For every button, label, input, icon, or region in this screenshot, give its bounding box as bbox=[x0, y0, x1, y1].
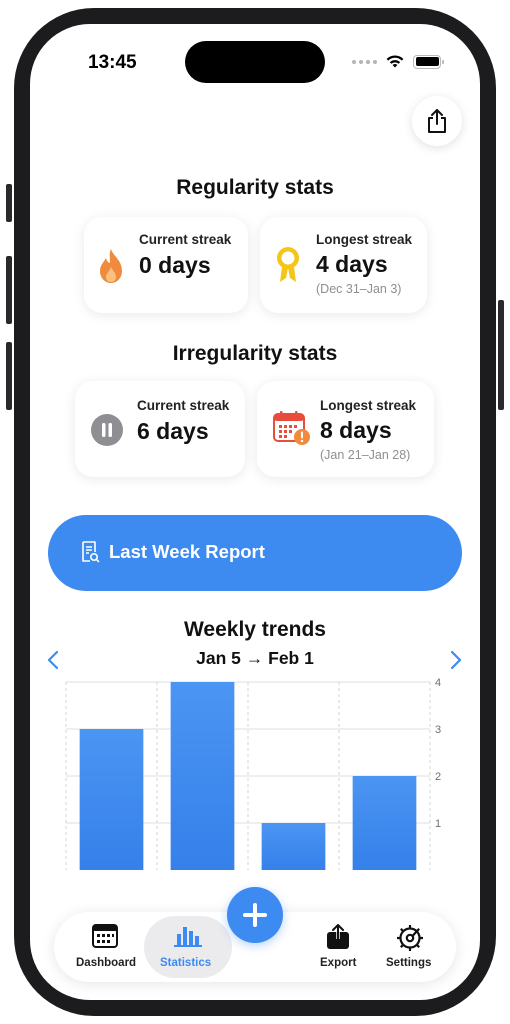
dynamic-island bbox=[185, 41, 325, 83]
chart-ytick-label: 2 bbox=[435, 771, 441, 783]
dashboard-icon bbox=[92, 924, 118, 948]
chart-ytick-label: 4 bbox=[435, 677, 441, 689]
status-icons bbox=[352, 54, 444, 69]
regularity-longest-range: (Dec 31–Jan 3) bbox=[316, 282, 402, 296]
irregularity-current-card: Current streak 6 days bbox=[75, 381, 245, 477]
wifi-icon bbox=[386, 55, 404, 68]
share-icon bbox=[428, 109, 446, 133]
irregularity-longest-range: (Jan 21–Jan 28) bbox=[320, 448, 411, 462]
tab-dashboard[interactable]: Dashboard bbox=[72, 912, 138, 982]
weekly-trends-chart: 1 2 3 4 bbox=[65, 677, 441, 870]
regularity-longest-value: 4 days bbox=[316, 251, 388, 277]
regularity-longest-card: Longest streak 4 days (Dec 31–Jan 3) bbox=[260, 217, 427, 313]
tab-settings[interactable]: Settings bbox=[380, 912, 440, 982]
irregularity-title: Irregularity stats bbox=[172, 342, 338, 365]
chart-bar bbox=[79, 729, 144, 870]
calendar-alert-icon bbox=[273, 411, 310, 445]
medal-icon bbox=[277, 247, 299, 282]
regularity-current-label: Current streak bbox=[139, 232, 232, 247]
regularity-title: Regularity stats bbox=[176, 176, 334, 199]
chart-ytick-label: 3 bbox=[435, 724, 441, 736]
volume-up-button bbox=[6, 256, 12, 324]
chevron-left-icon[interactable] bbox=[46, 650, 60, 670]
regularity-current-value: 0 days bbox=[139, 252, 211, 278]
chart-bar bbox=[261, 823, 326, 870]
irregularity-longest-value: 8 days bbox=[320, 417, 392, 443]
last-week-report-label: Last Week Report bbox=[109, 541, 265, 562]
tab-statistics-label: Statistics bbox=[160, 957, 212, 969]
plus-icon bbox=[243, 903, 267, 927]
chart-ytick-label: 1 bbox=[435, 818, 441, 830]
irregularity-longest-label: Longest streak bbox=[320, 398, 417, 413]
tab-settings-label: Settings bbox=[386, 957, 432, 969]
irregularity-current-label: Current streak bbox=[137, 398, 230, 413]
regularity-longest-label: Longest streak bbox=[316, 232, 413, 247]
chevron-right-nav-icon[interactable] bbox=[449, 650, 463, 670]
report-search-icon bbox=[82, 541, 100, 563]
last-week-report-button[interactable]: Last Week Report bbox=[48, 515, 476, 591]
bar-chart-icon bbox=[174, 927, 202, 947]
chart-bar bbox=[352, 776, 417, 870]
gear-icon bbox=[397, 925, 423, 951]
share-button[interactable] bbox=[412, 96, 462, 146]
export-icon bbox=[327, 924, 349, 949]
battery-icon bbox=[413, 54, 444, 69]
irregularity-longest-card: Longest streak 8 days (Jan 21–Jan 28) bbox=[257, 381, 434, 477]
tab-export[interactable]: Export bbox=[310, 912, 366, 982]
regularity-current-card: Current streak 0 days bbox=[84, 217, 248, 313]
signal-icon bbox=[352, 59, 377, 64]
chevron-right-icon bbox=[466, 544, 476, 562]
tab-dashboard-label: Dashboard bbox=[76, 957, 137, 969]
add-button[interactable] bbox=[227, 887, 283, 943]
pause-icon bbox=[91, 414, 123, 446]
flame-icon bbox=[100, 249, 122, 283]
weekly-trends-range: Jan 5 → Feb 1 bbox=[196, 648, 314, 668]
weekly-trends-title: Weekly trends bbox=[183, 618, 326, 641]
chart-bar bbox=[170, 682, 235, 870]
tab-export-label: Export bbox=[320, 957, 357, 969]
tab-statistics[interactable]: Statistics bbox=[150, 912, 226, 982]
irregularity-current-value: 6 days bbox=[137, 418, 209, 444]
status-time: 13:45 bbox=[88, 52, 137, 73]
